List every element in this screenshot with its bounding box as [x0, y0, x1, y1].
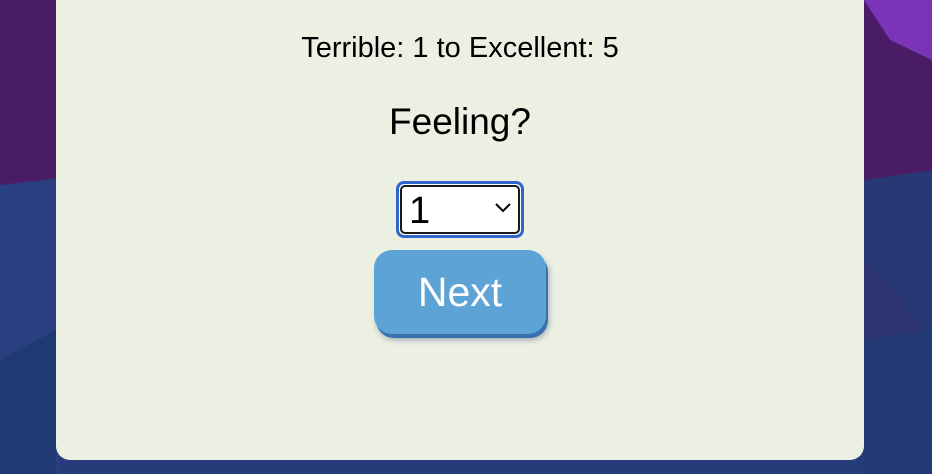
- question-label: Feeling?: [389, 101, 531, 142]
- feeling-select-value: 1: [409, 190, 431, 232]
- feeling-select[interactable]: 1: [396, 181, 524, 238]
- chevron-down-icon: [495, 203, 511, 213]
- next-button[interactable]: Next: [374, 250, 546, 334]
- feeling-select-box[interactable]: 1: [400, 185, 520, 234]
- rating-scale-hint: Terrible: 1 to Excellent: 5: [301, 32, 619, 64]
